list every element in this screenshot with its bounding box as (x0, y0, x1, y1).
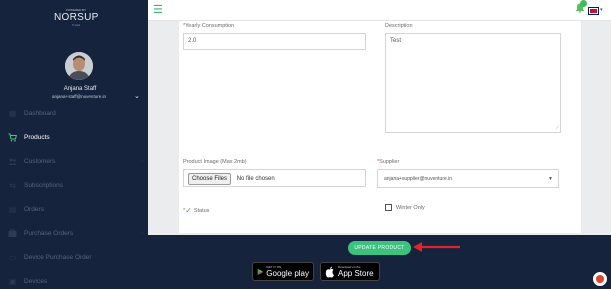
sidebar-item-customers[interactable]: Customers › (0, 151, 148, 171)
sidebar-item-label: Dashboard (24, 109, 56, 117)
sidebar-item-label: Devices (24, 277, 48, 285)
sidebar-item-label: Products (24, 133, 50, 141)
description-textarea[interactable]: Test ∕ (385, 33, 561, 133)
google-play-icon (257, 268, 263, 275)
sidebar-item-label: Customers (24, 157, 56, 165)
supplier-value: anjana+supplier@nuventure.in (384, 176, 453, 182)
dashboard-icon: ▦ (8, 108, 17, 118)
resize-handle-icon[interactable]: ∕ (557, 125, 558, 131)
avatar-photo (65, 52, 93, 80)
description-value: Test (390, 38, 402, 44)
status-field[interactable]: * ✓ Status (183, 206, 209, 215)
sidebar-item-label: Purchase Orders (24, 229, 74, 237)
supplier-label: *Supplier (377, 159, 400, 165)
winter-only-checkbox[interactable] (385, 204, 392, 211)
users-icon (8, 157, 17, 166)
chat-widget-icon[interactable] (593, 272, 607, 286)
device-order-icon: ▭ (8, 252, 17, 262)
main-content: *Yearly Consumption 2.0 Description Test… (148, 21, 611, 235)
google-play-big-text: Google play (266, 268, 309, 278)
sidebar-item-label: Orders (24, 205, 44, 213)
caret-down-icon: ▼ (548, 176, 553, 182)
chevron-down-icon[interactable]: ⌄ (134, 92, 140, 100)
product-image-label: Product Image (Max 2mb) (183, 159, 247, 165)
description-label: Description (385, 23, 413, 29)
avatar[interactable] (65, 52, 93, 80)
brand-name: NORSUP (54, 12, 99, 23)
app-store-badge[interactable]: Download on the App Store (320, 262, 380, 281)
user-name: Anjana Staff (63, 86, 97, 92)
notification-badge (580, 0, 587, 7)
yearly-consumption-label: *Yearly Consumption (183, 23, 235, 29)
sidebar-item-purchase-orders[interactable]: Purchase Orders › (0, 223, 148, 243)
hamburger-menu-icon[interactable]: ☰ (153, 5, 163, 16)
devices-icon: ▣ (8, 276, 17, 286)
sidebar-item-subscriptions[interactable]: ⇆ Subscriptions (0, 175, 148, 195)
orders-icon: ▤ (8, 204, 17, 214)
choose-files-button[interactable]: Choose Files (188, 173, 232, 185)
app-store-big-text: App Store (338, 268, 374, 278)
caret-down-icon[interactable]: ▾ (600, 7, 603, 13)
sidebar-item-dashboard[interactable]: ▦ Dashboard (0, 103, 148, 123)
sidebar-item-products[interactable]: Products (0, 127, 148, 147)
top-bar: ☰ ▾ (148, 0, 611, 21)
cart-icon (8, 133, 17, 142)
checkmark-icon[interactable]: ✓ (185, 206, 192, 215)
winter-only-field[interactable]: Winter Only (385, 204, 425, 211)
subscriptions-icon: ⇆ (9, 180, 16, 190)
yearly-consumption-input[interactable]: 2.0 (183, 33, 366, 50)
sidebar-item-orders[interactable]: ▤ Orders (0, 199, 148, 219)
google-play-badge[interactable]: GET IT ON Google play (252, 262, 314, 281)
update-product-button[interactable]: UPDATE PRODUCT (348, 241, 411, 255)
annotation-arrow-icon (413, 242, 460, 252)
brand-logo[interactable]: POWERED BY NORSUP Trusted (54, 8, 98, 27)
product-image-file-input[interactable]: Choose Files No file chosen (183, 169, 366, 187)
status-label: Status (193, 207, 210, 214)
brand-subline: Trusted (71, 24, 81, 27)
footer: UPDATE PRODUCT GET IT ON Google play Dow… (148, 235, 611, 289)
chevron-right-icon: › (141, 230, 143, 236)
sidebar-item-label: Device Purchase Order (24, 253, 92, 261)
product-form-card: *Yearly Consumption 2.0 Description Test… (179, 21, 581, 233)
uk-flag-icon[interactable] (588, 7, 599, 15)
winter-only-label: Winter Only (396, 204, 425, 211)
apple-icon (325, 266, 334, 277)
sidebar-item-device-purchase-order[interactable]: ▭ Device Purchase Order (0, 247, 148, 267)
sidebar: POWERED BY NORSUP Trusted Anjana Staff a… (0, 0, 148, 289)
file-status-text: No file chosen (236, 176, 275, 182)
sidebar-item-devices[interactable]: ▣ Devices (0, 271, 148, 289)
chevron-right-icon: › (141, 158, 143, 164)
sidebar-item-label: Subscriptions (24, 181, 64, 189)
purchase-orders-icon (8, 229, 17, 238)
user-email: anjana+staff@nuventure.in (52, 94, 106, 99)
supplier-select[interactable]: anjana+supplier@nuventure.in ▼ (377, 169, 559, 188)
